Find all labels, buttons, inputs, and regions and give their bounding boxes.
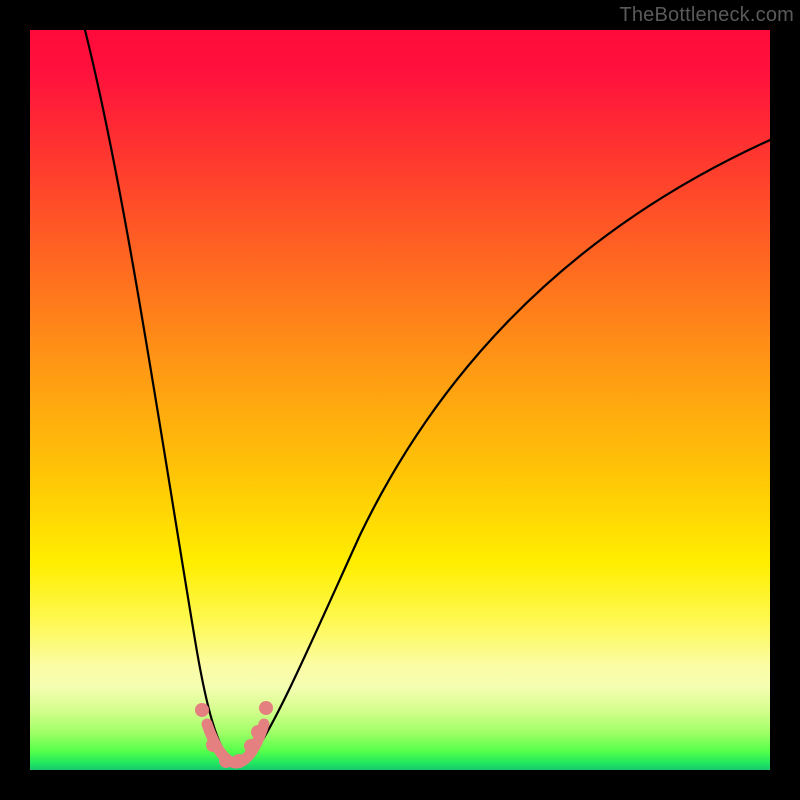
curve-svg bbox=[30, 30, 770, 770]
marker-dot bbox=[259, 701, 273, 715]
marker-dot bbox=[195, 703, 209, 717]
marker-dot bbox=[206, 738, 220, 752]
bottleneck-curve bbox=[85, 30, 770, 764]
watermark-text: TheBottleneck.com bbox=[619, 4, 794, 27]
marker-dot bbox=[232, 754, 246, 768]
marker-dot bbox=[251, 725, 265, 739]
chart-frame: TheBottleneck.com bbox=[0, 0, 800, 800]
plot-area bbox=[30, 30, 770, 770]
marker-dot bbox=[219, 754, 233, 768]
marker-dot bbox=[244, 739, 258, 753]
